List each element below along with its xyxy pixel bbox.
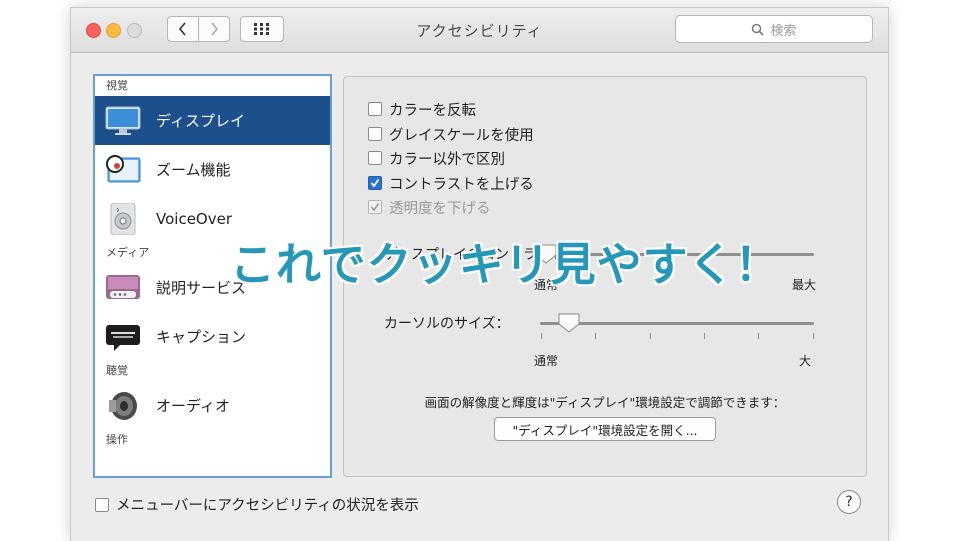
slider-tick xyxy=(704,333,705,339)
cursor-min-label: 通常 xyxy=(534,354,559,368)
title-bar: アクセシビリティ 検索 xyxy=(71,8,888,53)
section-header-hearing: 聴覚 xyxy=(106,364,128,377)
zoom-icon xyxy=(104,154,142,186)
checkbox-label: カラーを反転 xyxy=(389,102,476,119)
display-settings-note: 画面の解像度と輝度は"ディスプレイ"環境設定で調節できます： xyxy=(424,395,786,410)
checkbox-label: メニューバーにアクセシビリティの状況を表示 xyxy=(116,498,419,514)
overlay-caption: これでクッキリ見やすく！ xyxy=(230,238,781,291)
checkbox-label: コントラストを上げる xyxy=(389,176,534,193)
voiceover-icon xyxy=(104,202,142,235)
sidebar-item-captions[interactable]: キャプション xyxy=(95,312,330,361)
descriptions-icon xyxy=(104,272,142,304)
open-display-preferences-button[interactable]: "ディスプレイ"環境設定を開く... xyxy=(494,417,716,441)
slider-tick xyxy=(758,333,759,339)
checkmark-icon xyxy=(370,203,380,212)
reduce-transparency-checkbox: 透明度を下げる xyxy=(368,196,491,218)
sidebar-item-label: VoiceOver xyxy=(156,209,232,228)
checkbox-label: 透明度を下げる xyxy=(389,200,491,217)
checkbox-box[interactable] xyxy=(368,176,382,190)
checkbox-box[interactable] xyxy=(368,151,382,165)
show-in-menubar-checkbox[interactable]: メニューバーにアクセシビリティの状況を表示 xyxy=(95,494,419,515)
sidebar-item-display[interactable]: ディスプレイ xyxy=(95,96,330,145)
display-icon xyxy=(104,105,142,137)
increase-contrast-checkbox[interactable]: コントラストを上げる xyxy=(368,172,534,194)
differentiate-without-color-checkbox[interactable]: カラー以外で区別 xyxy=(368,147,505,169)
sidebar-item-label: ディスプレイ xyxy=(156,112,245,130)
slider-tick xyxy=(813,333,814,339)
sidebar-item-audio[interactable]: オーディオ xyxy=(95,381,330,430)
slider-tick xyxy=(541,333,542,339)
search-placeholder: 検索 xyxy=(770,23,797,39)
cursor-max-label: 大 xyxy=(799,354,812,368)
checkbox-label: グレイスケールを使用 xyxy=(389,127,534,144)
speaker-icon xyxy=(104,390,142,422)
checkmark-icon xyxy=(370,178,380,188)
checkbox-box[interactable] xyxy=(95,497,109,512)
checkbox-box[interactable] xyxy=(368,127,382,141)
contrast-max-label: 最大 xyxy=(792,278,817,292)
checkbox-box xyxy=(368,200,382,214)
grayscale-checkbox[interactable]: グレイスケールを使用 xyxy=(368,123,534,145)
checkbox-label: カラー以外で区別 xyxy=(389,151,505,168)
section-header-interaction: 操作 xyxy=(106,433,128,446)
cursor-size-slider-thumb[interactable] xyxy=(557,312,581,338)
search-field[interactable]: 検索 xyxy=(675,15,873,43)
sidebar-item-label: ズーム機能 xyxy=(156,161,231,179)
invert-colors-checkbox[interactable]: カラーを反転 xyxy=(368,98,476,120)
sidebar-item-zoom[interactable]: ズーム機能 xyxy=(95,145,330,194)
section-header-vision: 視覚 xyxy=(106,79,128,92)
help-button[interactable]: ? xyxy=(837,490,861,514)
slider-tick xyxy=(595,333,596,339)
cursor-size-label: カーソルのサイズ： xyxy=(384,316,510,332)
sidebar-item-label: キャプション xyxy=(156,328,247,346)
cursor-size-slider-track[interactable] xyxy=(540,322,814,325)
checkbox-box[interactable] xyxy=(368,102,382,116)
captions-icon xyxy=(104,321,142,353)
search-icon xyxy=(752,23,765,36)
sidebar-item-label: オーディオ xyxy=(156,397,230,415)
slider-tick xyxy=(650,333,651,339)
